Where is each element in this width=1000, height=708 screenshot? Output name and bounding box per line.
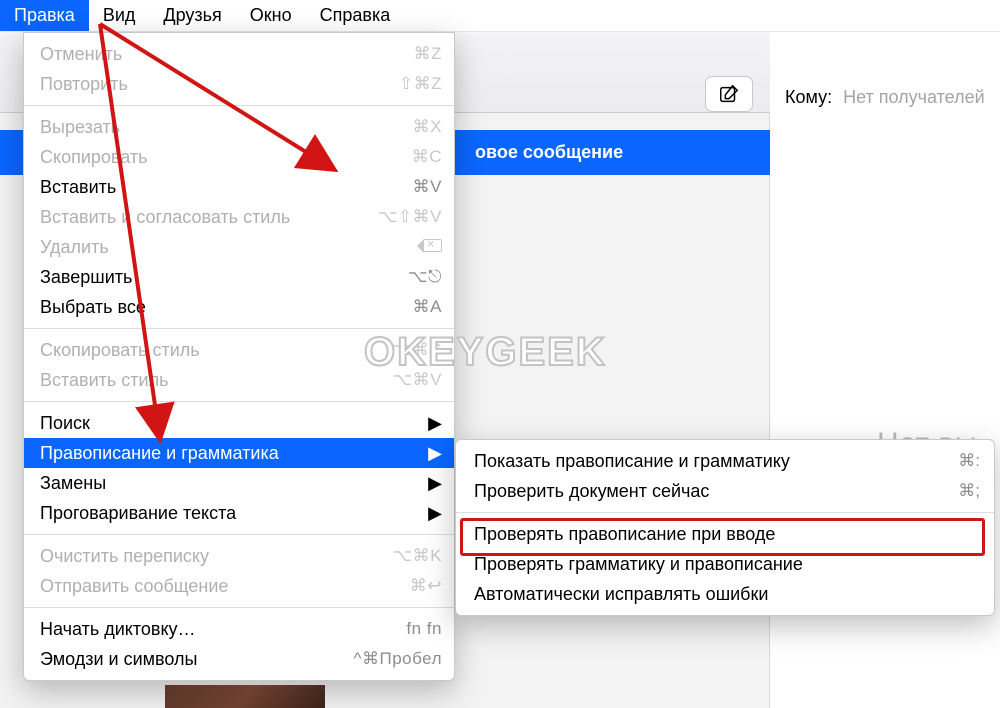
- submenu-item[interactable]: Проверять грамматику и правописание: [456, 549, 994, 579]
- menu-shortcut: fn fn: [406, 619, 442, 639]
- menu-item-label: Вставить: [40, 177, 403, 198]
- menu-shortcut: ⌘Z: [414, 44, 442, 64]
- menu-item: Удалить: [24, 232, 454, 262]
- menubar-item-view[interactable]: Вид: [89, 0, 150, 31]
- submenu-item[interactable]: Показать правописание и грамматику⌘:: [456, 446, 994, 476]
- menu-shortcut: ⌘:: [958, 451, 980, 471]
- recipients-label: Кому:: [785, 87, 832, 107]
- menu-shortcut: ⌘;: [958, 481, 980, 501]
- menu-item: Вставить стиль ⌥⌘V: [24, 365, 454, 395]
- menu-item-label: Скопировать: [40, 147, 402, 168]
- thumbnail-fragment: [165, 685, 325, 708]
- menu-item: Отменить ⌘Z: [24, 39, 454, 69]
- menu-item[interactable]: Замены ▶: [24, 468, 454, 498]
- menu-separator: [24, 401, 454, 402]
- menu-item-label: Эмодзи и символы: [40, 649, 344, 670]
- compose-icon: [718, 83, 740, 105]
- menu-item: Очистить переписку ⌥⌘K: [24, 541, 454, 571]
- menu-separator: [456, 512, 994, 513]
- menu-item: Скопировать стиль ⌥⌘C: [24, 335, 454, 365]
- menu-item: Вставить и согласовать стиль ⌥⇧⌘V: [24, 202, 454, 232]
- menu-item-label: Очистить переписку: [40, 546, 383, 567]
- menu-item[interactable]: Правописание и грамматика ▶: [24, 438, 454, 468]
- menu-item[interactable]: Завершить ⌥⎋: [24, 262, 454, 292]
- menu-item-label: Вырезать: [40, 117, 403, 138]
- menu-separator: [24, 534, 454, 535]
- menu-separator: [24, 607, 454, 608]
- conversation-title: овое сообщение: [475, 142, 623, 163]
- menu-item[interactable]: Эмодзи и символы ^⌘Пробел: [24, 644, 454, 674]
- menu-item[interactable]: Вставить ⌘V: [24, 172, 454, 202]
- menubar: Правка Вид Друзья Окно Справка: [0, 0, 1000, 32]
- menu-item-label: Вставить и согласовать стиль: [40, 207, 368, 228]
- menubar-item-help[interactable]: Справка: [306, 0, 405, 31]
- edit-menu-dropdown: Отменить ⌘Z Повторить ⇧⌘Z Вырезать ⌘X Скопиров…: [23, 32, 455, 681]
- submenu-arrow-icon: ▶: [428, 443, 442, 464]
- menubar-item-edit[interactable]: Правка: [0, 0, 89, 31]
- compose-button[interactable]: [705, 76, 753, 112]
- menu-shortcut: ⇧⌘Z: [399, 74, 442, 94]
- menu-shortcut: ^⌘Пробел: [354, 649, 442, 669]
- menu-item[interactable]: Проговаривание текста ▶: [24, 498, 454, 528]
- menu-shortcut: ⌥⌘C: [392, 340, 442, 360]
- menu-item-label: Выбрать все: [40, 297, 403, 318]
- menu-item[interactable]: Поиск ▶: [24, 408, 454, 438]
- spelling-submenu: Показать правописание и грамматику⌘:Пров…: [455, 439, 995, 616]
- menu-shortcut: ⌘↩: [410, 576, 442, 596]
- submenu-item-label: Проверить документ сейчас: [474, 481, 958, 502]
- menu-item-label: Скопировать стиль: [40, 340, 382, 361]
- menu-item: Повторить ⇧⌘Z: [24, 69, 454, 99]
- menu-shortcut: ⌥⎋: [408, 267, 442, 287]
- submenu-item-label: Проверять правописание при вводе: [474, 524, 980, 545]
- menu-separator: [24, 105, 454, 106]
- menu-item: Отправить сообщение ⌘↩: [24, 571, 454, 601]
- menu-item-label: Вставить стиль: [40, 370, 383, 391]
- menu-item: Скопировать ⌘C: [24, 142, 454, 172]
- menu-item-label: Правописание и грамматика: [40, 443, 418, 464]
- menu-item-label: Проговаривание текста: [40, 503, 418, 524]
- menu-item-label: Повторить: [40, 74, 389, 95]
- menu-item-label: Поиск: [40, 413, 418, 434]
- menu-item-label: Отправить сообщение: [40, 576, 400, 597]
- recipients-placeholder: Нет получателей: [843, 87, 985, 107]
- menu-shortcut: ⌥⇧⌘V: [378, 207, 442, 227]
- menu-shortcut: ⌘C: [412, 147, 442, 167]
- submenu-item[interactable]: Проверять правописание при вводе: [456, 519, 994, 549]
- menubar-item-window[interactable]: Окно: [236, 0, 306, 31]
- submenu-item-label: Показать правописание и грамматику: [474, 451, 958, 472]
- menu-item-label: Начать диктовку…: [40, 619, 396, 640]
- submenu-arrow-icon: ▶: [428, 503, 442, 524]
- submenu-item[interactable]: Проверить документ сейчас⌘;: [456, 476, 994, 506]
- menu-item[interactable]: Начать диктовку… fn fn: [24, 614, 454, 644]
- menu-shortcut: ⌘X: [413, 117, 442, 137]
- recipients-field[interactable]: Кому: Нет получателей: [785, 87, 985, 108]
- submenu-item-label: Автоматически исправлять ошибки: [474, 584, 980, 605]
- menu-item-label: Завершить: [40, 267, 398, 288]
- menu-shortcut: ⌥⌘K: [393, 546, 442, 566]
- menu-item[interactable]: Выбрать все ⌘A: [24, 292, 454, 322]
- menu-shortcut: ⌘V: [413, 177, 442, 197]
- submenu-arrow-icon: ▶: [428, 473, 442, 494]
- menubar-item-friends[interactable]: Друзья: [149, 0, 235, 31]
- menu-item-label: Отменить: [40, 44, 404, 65]
- menu-shortcut: ⌘A: [413, 297, 442, 317]
- submenu-arrow-icon: ▶: [428, 413, 442, 434]
- submenu-item-label: Проверять грамматику и правописание: [474, 554, 980, 575]
- menu-item: Вырезать ⌘X: [24, 112, 454, 142]
- menu-separator: [24, 328, 454, 329]
- menu-item-label: Удалить: [40, 237, 414, 258]
- delete-icon: [424, 237, 442, 257]
- menu-item-label: Замены: [40, 473, 418, 494]
- menu-shortcut: ⌥⌘V: [393, 370, 442, 390]
- submenu-item[interactable]: Автоматически исправлять ошибки: [456, 579, 994, 609]
